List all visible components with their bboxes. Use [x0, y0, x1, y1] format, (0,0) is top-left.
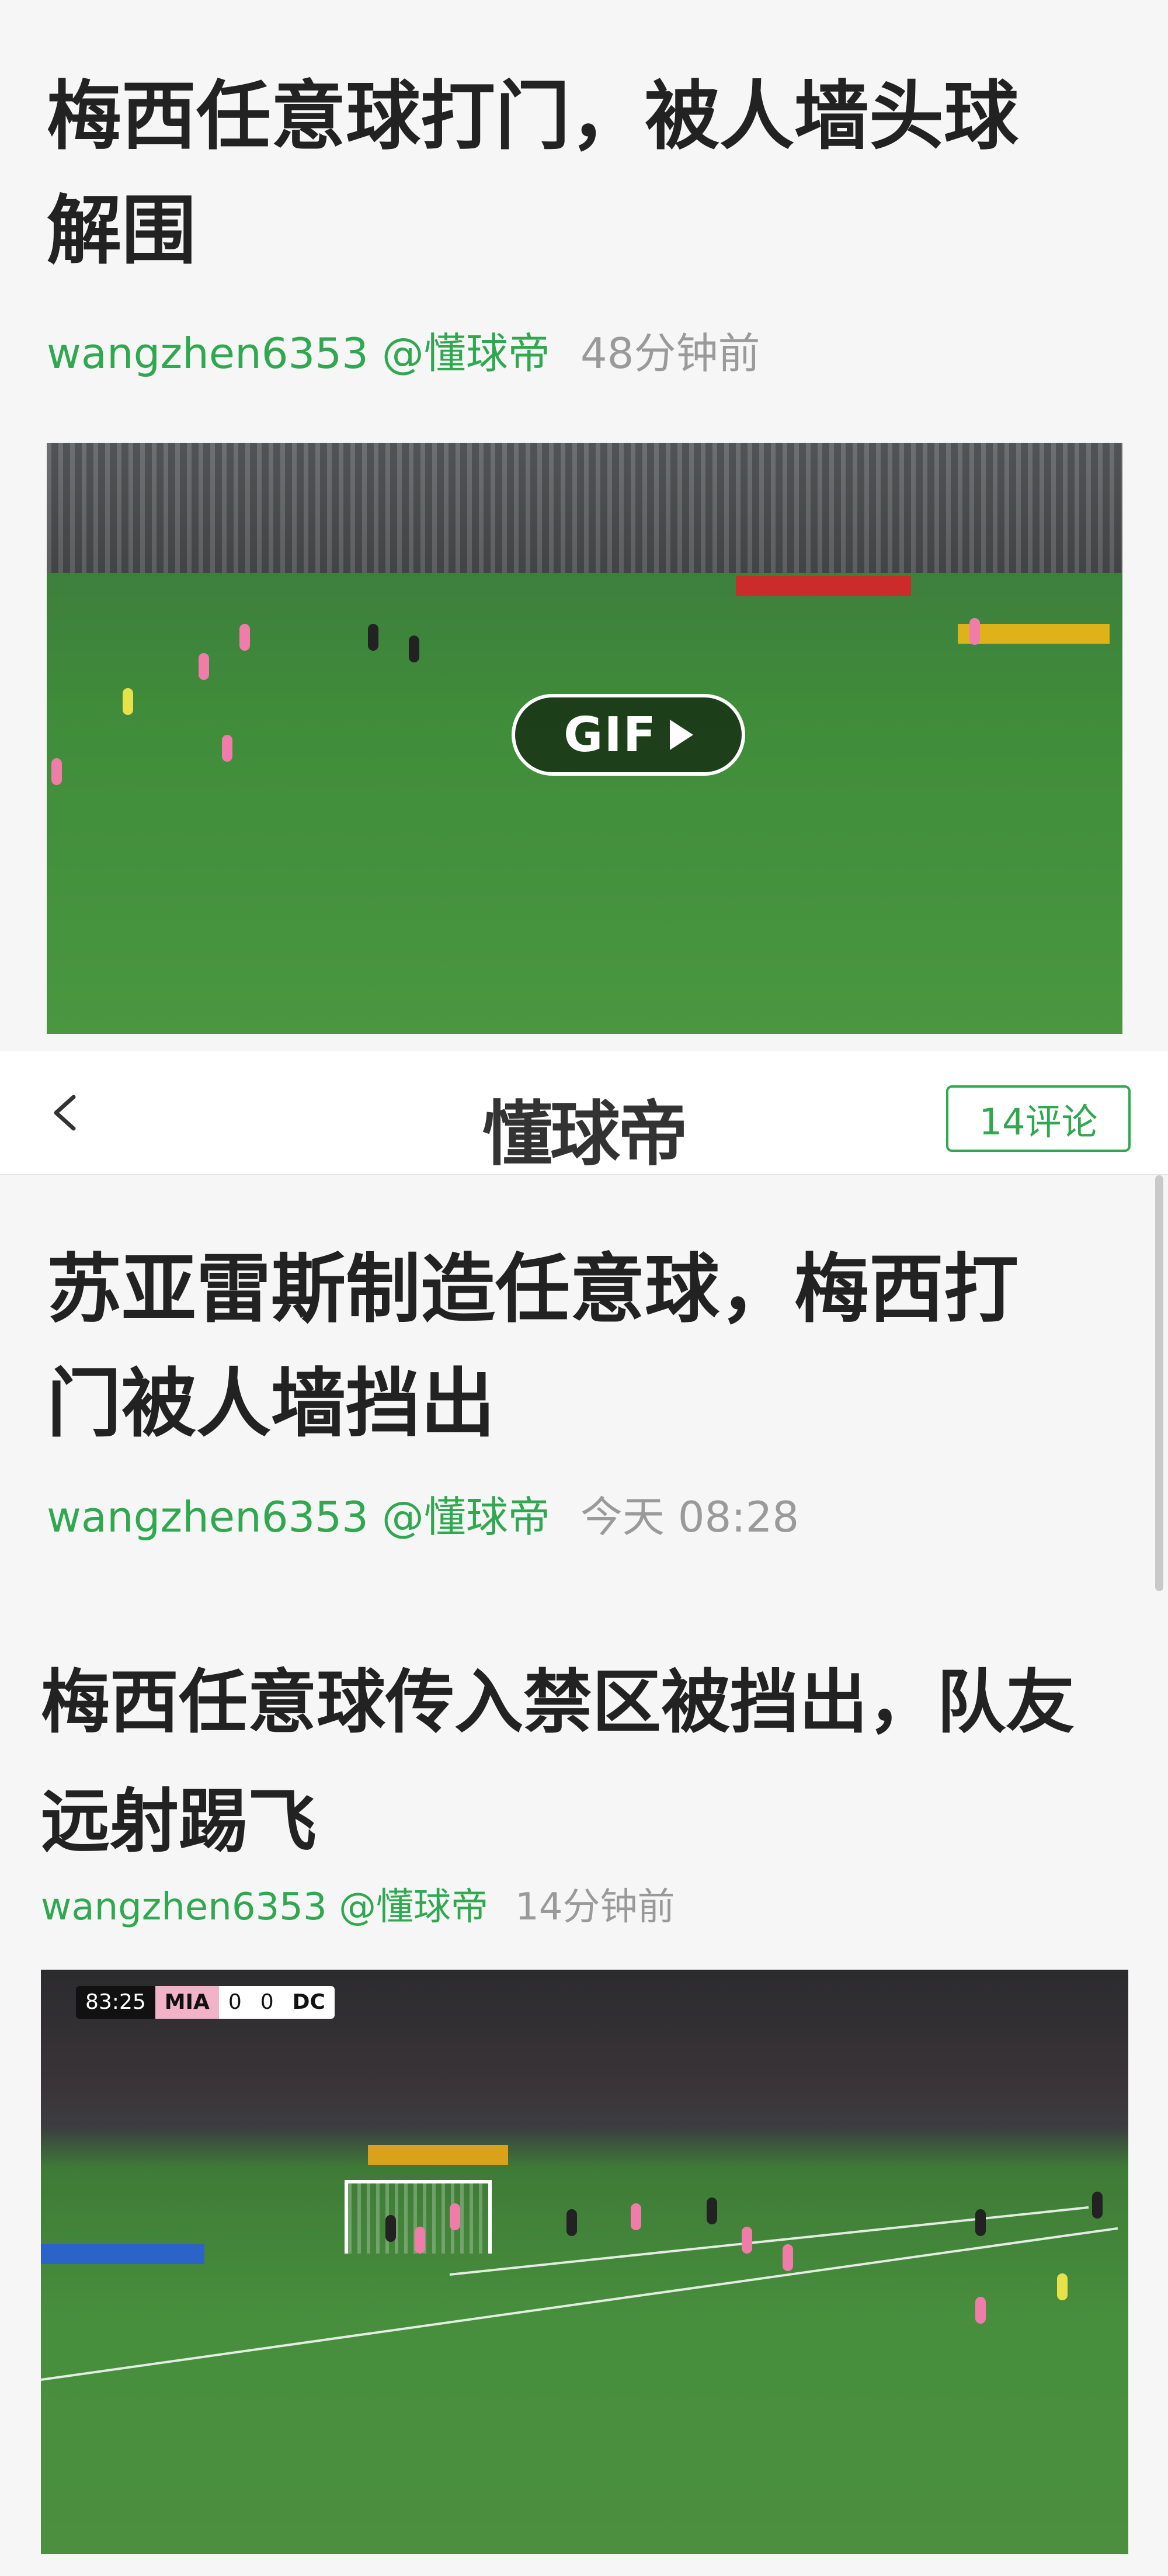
player — [1092, 2192, 1103, 2219]
post-card-2[interactable]: 苏亚雷斯制造任意球，梅西打 门被人墙挡出 wangzhen6353 @懂球帝 今天… — [0, 1175, 1168, 1608]
ad-board — [41, 2244, 204, 2264]
scoreboard: 83:25 MIA 0 0 DC — [76, 1986, 335, 2019]
player — [566, 2209, 577, 2236]
comments-button[interactable]: 14评论 — [946, 1085, 1131, 1152]
ad-board — [368, 2145, 508, 2165]
timestamp: 14分钟前 — [515, 1886, 675, 1929]
home-team: MIA — [155, 1986, 219, 2019]
player — [409, 636, 419, 662]
post-meta: wangzhen6353 @懂球帝 48分钟前 — [47, 327, 760, 380]
player — [51, 758, 62, 785]
timestamp: 48分钟前 — [580, 329, 760, 378]
author-link[interactable]: wangzhen6353 @懂球帝 — [47, 329, 550, 378]
timestamp: 今天 08:28 — [580, 1492, 799, 1542]
player — [975, 2297, 986, 2324]
gif-badge[interactable]: GIF — [512, 694, 745, 776]
player — [783, 2244, 793, 2271]
player — [975, 2209, 986, 2236]
ad-board — [958, 624, 1110, 644]
gif-preview[interactable]: GIF — [47, 443, 1122, 1034]
player — [415, 2227, 425, 2254]
post-title[interactable]: 苏亚雷斯制造任意球，梅西打 门被人墙挡出 — [47, 1233, 1110, 1461]
post-title[interactable]: 梅西任意球传入禁区被挡出，队友 远射踢飞 — [41, 1643, 1104, 1881]
player — [450, 2203, 460, 2230]
away-team: DC — [283, 1986, 335, 2019]
player — [385, 2215, 396, 2242]
player — [969, 618, 980, 645]
post-title[interactable]: 梅西任意球打门，被人墙头球 解围 — [47, 60, 1110, 289]
stadium-crowd — [47, 443, 1122, 573]
post-meta: wangzhen6353 @懂球帝 今天 08:28 — [47, 1491, 799, 1543]
match-clock: 83:25 — [85, 1990, 146, 2014]
away-score: 0 — [251, 1986, 283, 2019]
referee — [1057, 2273, 1068, 2300]
player — [239, 624, 250, 651]
player — [631, 2203, 641, 2230]
player — [199, 653, 209, 680]
author-link[interactable]: wangzhen6353 @懂球帝 — [41, 1886, 488, 1929]
post-meta: wangzhen6353 @懂球帝 14分钟前 — [41, 1881, 675, 1933]
ad-board — [736, 576, 911, 596]
player — [222, 735, 232, 762]
post-card-3[interactable]: 梅西任意球传入禁区被挡出，队友 远射踢飞 wangzhen6353 @懂球帝 14… — [0, 1608, 1168, 2576]
home-score: 0 — [218, 1986, 251, 2019]
author-link[interactable]: wangzhen6353 @懂球帝 — [47, 1492, 550, 1542]
play-icon — [669, 720, 693, 750]
post-card-1[interactable]: 梅西任意球打门，被人墙头球 解围 wangzhen6353 @懂球帝 48分钟前 … — [0, 0, 1168, 1051]
nav-bar: 懂球帝 14评论 — [0, 1051, 1168, 1175]
player — [742, 2227, 752, 2254]
match-video-preview[interactable]: 83:25 MIA 0 0 DC — [41, 1970, 1128, 2554]
player — [368, 624, 378, 651]
pitch-line — [449, 2206, 1089, 2276]
referee — [123, 688, 133, 715]
player — [707, 2197, 717, 2224]
